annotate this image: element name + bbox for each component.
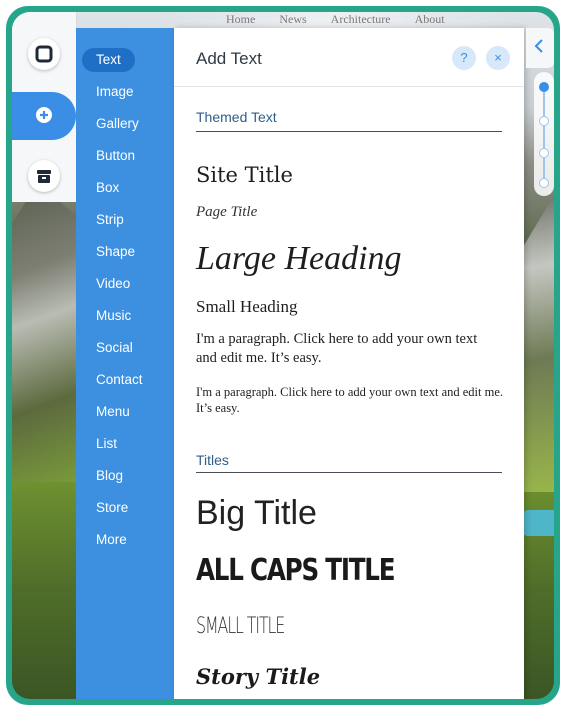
category-shape[interactable]: Shape — [86, 240, 145, 264]
add-panel-categories: Text Image Gallery Button Box Strip Shap… — [76, 28, 174, 699]
category-gallery[interactable]: Gallery — [86, 112, 149, 136]
rail-dot[interactable] — [539, 116, 549, 126]
add-text-panel: Add Text ? × Themed Text Site Title Page… — [174, 28, 524, 699]
collapse-panel-button[interactable] — [526, 28, 554, 68]
category-store[interactable]: Store — [86, 496, 138, 520]
category-contact[interactable]: Contact — [86, 368, 153, 392]
background-lake — [522, 510, 554, 536]
pages-button[interactable] — [28, 38, 60, 70]
category-blog[interactable]: Blog — [86, 464, 133, 488]
section-label-themed-text: Themed Text — [196, 109, 277, 125]
help-icon: ? — [460, 50, 468, 65]
text-preset-small-heading[interactable]: Small Heading — [196, 297, 298, 317]
editor-canvas: Home News Architecture About Text Image … — [12, 12, 554, 699]
category-menu[interactable]: Menu — [86, 400, 140, 424]
text-preset-all-caps-title[interactable]: ALL CAPS TITLE — [196, 553, 396, 588]
store-button[interactable] — [28, 160, 60, 192]
section-label-titles: Titles — [196, 452, 229, 468]
text-preset-page-title[interactable]: Page Title — [196, 204, 257, 221]
plus-icon — [36, 107, 52, 123]
text-preset-paragraph-2[interactable]: I'm a paragraph. Click here to add your … — [196, 384, 506, 416]
text-preset-small-title[interactable]: SMALL TITLE — [196, 614, 285, 639]
panel-title: Add Text — [196, 49, 262, 68]
category-more[interactable]: More — [86, 528, 137, 552]
text-preset-large-heading[interactable]: Large Heading — [196, 240, 402, 278]
background-mountain — [520, 192, 554, 492]
help-button[interactable]: ? — [452, 46, 476, 70]
category-social[interactable]: Social — [86, 336, 143, 360]
section-scroll-rail[interactable] — [534, 72, 554, 196]
category-list[interactable]: List — [86, 432, 127, 456]
category-video[interactable]: Video — [86, 272, 140, 296]
square-icon — [35, 45, 53, 63]
close-icon: × — [494, 50, 502, 65]
category-button[interactable]: Button — [86, 144, 145, 168]
category-box[interactable]: Box — [86, 176, 129, 200]
rail-dot[interactable] — [539, 82, 549, 92]
add-button[interactable] — [29, 100, 59, 130]
text-preset-big-title[interactable]: Big Title — [196, 494, 317, 533]
panel-header: Add Text ? × — [174, 28, 524, 87]
rail-dot[interactable] — [539, 148, 549, 158]
close-button[interactable]: × — [486, 46, 510, 70]
text-preset-paragraph-1[interactable]: I'm a paragraph. Click here to add your … — [196, 330, 496, 368]
category-strip[interactable]: Strip — [86, 208, 134, 232]
chevron-left-icon — [534, 39, 543, 53]
text-preset-story-title[interactable]: Story Title — [196, 664, 320, 689]
category-text[interactable]: Text — [82, 48, 135, 72]
section-divider — [196, 131, 502, 132]
category-music[interactable]: Music — [86, 304, 141, 328]
text-preset-site-title[interactable]: Site Title — [196, 163, 293, 187]
editor-toolbar — [12, 12, 77, 202]
section-divider — [196, 472, 502, 473]
rail-dot[interactable] — [539, 178, 549, 188]
rail-track — [543, 84, 545, 184]
category-image[interactable]: Image — [86, 80, 144, 104]
store-icon — [37, 170, 51, 183]
device-frame: Home News Architecture About Text Image … — [6, 6, 560, 705]
